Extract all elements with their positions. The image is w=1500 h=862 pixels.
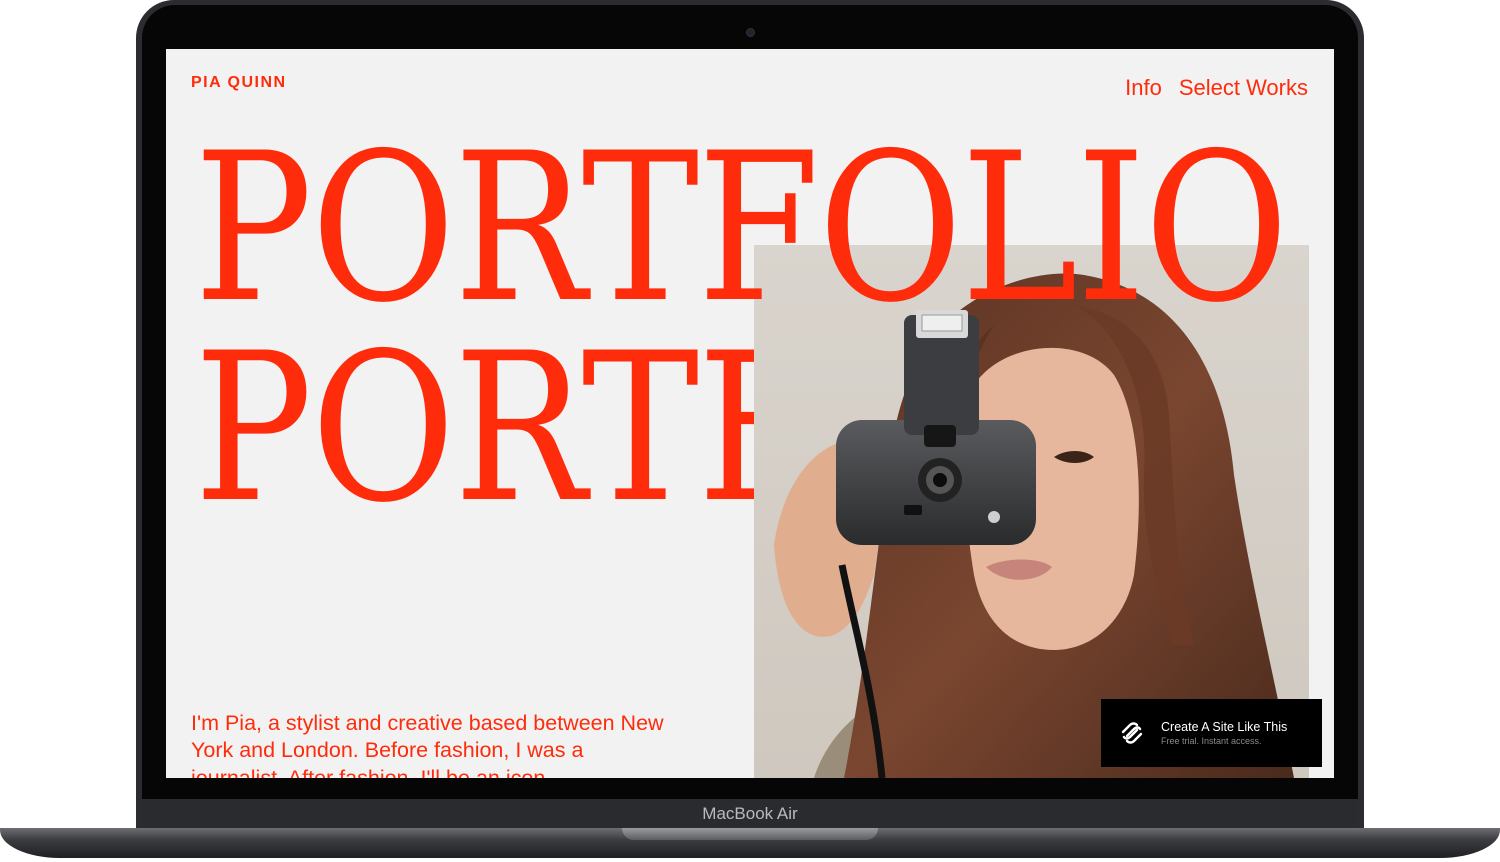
cta-text-group: Create A Site Like This Free trial. Inst… [1161, 719, 1287, 747]
squarespace-logo-icon [1121, 722, 1143, 744]
hero-title-line-1: PORTFOLIO [194, 110, 1289, 348]
nav-link-select-works[interactable]: Select Works [1179, 75, 1308, 101]
nav-link-info[interactable]: Info [1125, 75, 1162, 101]
cta-title: Create A Site Like This [1161, 720, 1288, 734]
webcam-icon [746, 28, 755, 37]
cta-subtitle: Free trial. Instant access. [1161, 736, 1262, 746]
site-brand-logo[interactable]: PIA QUINN [191, 74, 287, 92]
site-nav: Info Select Works [1125, 75, 1308, 101]
device-label: MacBook Air [702, 804, 798, 823]
website-screen: PIA QUINN Info Select Works PORTFOLIO PO… [166, 49, 1334, 778]
laptop-hinge-notch [622, 828, 878, 840]
bio-text: I'm Pia, a stylist and creative based be… [191, 710, 664, 779]
create-site-badge[interactable]: Create A Site Like This Free trial. Inst… [1101, 699, 1322, 767]
